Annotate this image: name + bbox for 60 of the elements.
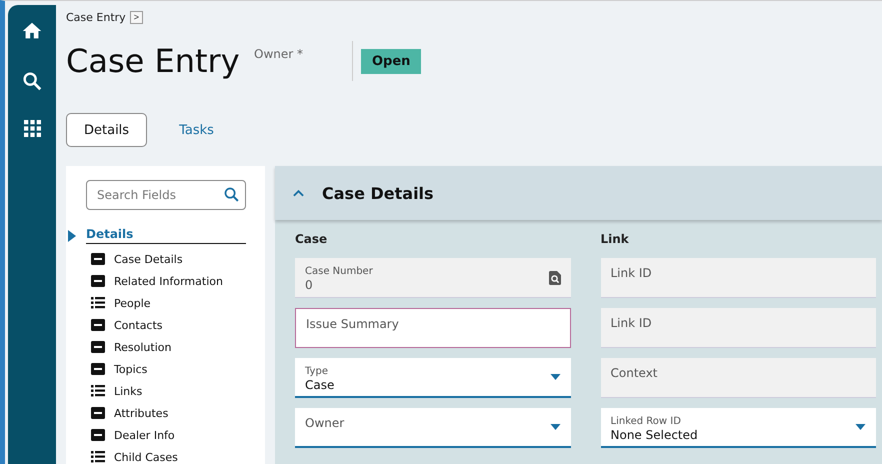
dropdown-caret-icon: [855, 424, 866, 430]
form-icon: [91, 275, 105, 287]
section-link[interactable]: Details: [86, 227, 246, 244]
input-field[interactable]: Issue Summary: [295, 308, 570, 348]
expand-triangle-icon[interactable]: [68, 230, 76, 242]
field-nav-item[interactable]: Topics: [114, 362, 148, 376]
tab[interactable]: Details: [66, 113, 148, 147]
field-label: Issue Summary: [306, 317, 399, 331]
document-search-icon[interactable]: [548, 270, 560, 284]
group-heading: Link: [600, 232, 630, 248]
tab[interactable]: Tasks: [161, 113, 232, 147]
breadcrumb-link[interactable]: Case Entry: [66, 10, 126, 24]
field-label: Case Number: [305, 266, 373, 277]
breadcrumb-chevron-button[interactable]: >: [130, 10, 143, 24]
field-nav-item[interactable]: Case Details: [114, 252, 183, 266]
field-value: 0: [305, 278, 314, 292]
search-field[interactable]: Search Fields: [86, 180, 246, 210]
dropdown-field[interactable]: Type Case: [295, 358, 570, 398]
dropdown-caret-icon: [550, 424, 560, 430]
field-nav-item[interactable]: Resolution: [114, 340, 172, 354]
field-nav-item[interactable]: Links: [114, 384, 142, 398]
field-value: None Selected: [610, 428, 698, 442]
field-nav-item[interactable]: Contacts: [114, 318, 163, 332]
field-nav-item[interactable]: Dealer Info: [114, 428, 175, 442]
field-label: Link ID: [610, 316, 652, 330]
field-label: Linked Row ID: [610, 416, 682, 427]
field-label: Link ID: [610, 266, 652, 280]
input-field[interactable]: Link ID: [600, 258, 876, 298]
form-icon: [91, 407, 105, 419]
field-label: Type: [305, 366, 329, 377]
apps-grid-icon[interactable]: [24, 120, 40, 137]
dropdown-caret-icon: [550, 374, 560, 380]
page-title: Case Entry: [66, 42, 241, 80]
form-icon: [91, 363, 105, 375]
field-value: Case: [305, 378, 334, 392]
field-nav-item[interactable]: People: [114, 296, 151, 310]
form-icon: [91, 319, 105, 331]
list-icon: [91, 451, 105, 463]
field-label: Owner: [305, 416, 344, 430]
dropdown-field[interactable]: Owner: [295, 408, 570, 448]
panel-title: Case Details: [322, 184, 434, 202]
group-heading: Case: [295, 232, 328, 248]
search-icon: [223, 186, 240, 203]
search-icon[interactable]: [21, 70, 43, 92]
input-field[interactable]: Case Number 0: [295, 258, 570, 298]
input-field[interactable]: Link ID: [600, 308, 876, 348]
input-field[interactable]: Context: [600, 358, 876, 398]
field-nav-item[interactable]: Attributes: [114, 406, 168, 420]
form-icon: [91, 341, 105, 353]
form-icon: [91, 253, 105, 265]
field-nav-item[interactable]: Related Information: [114, 274, 223, 288]
chevron-icon[interactable]: [293, 189, 304, 197]
owner-label: Owner *: [254, 47, 304, 61]
form-icon: [91, 429, 105, 441]
dropdown-field[interactable]: Linked Row ID None Selected: [600, 408, 876, 448]
field-nav-item[interactable]: Child Cases: [114, 450, 178, 464]
list-icon: [91, 385, 105, 397]
status-badge: Open: [361, 48, 422, 74]
list-icon: [91, 297, 105, 309]
field-label: Context: [610, 366, 658, 380]
